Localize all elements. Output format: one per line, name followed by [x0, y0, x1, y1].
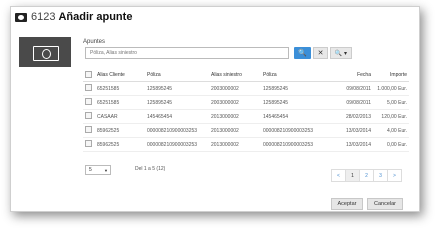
- row-checkbox[interactable]: [85, 140, 92, 147]
- search-input[interactable]: [85, 47, 289, 59]
- cell-poliza-2: 125895245: [261, 95, 333, 110]
- entries-table: Alias Cliente Póliza Alias siniestro Pól…: [83, 69, 409, 152]
- money-icon: [15, 12, 27, 22]
- cell-fecha: 13/03/2014: [333, 137, 373, 152]
- row-checkbox[interactable]: [85, 98, 92, 105]
- section-label: Apuntes: [83, 39, 106, 45]
- table-row[interactable]: 65251585 125895245 2003000002 125895245 …: [83, 81, 409, 96]
- cell-alias-siniestro: 2003000002: [209, 81, 261, 96]
- cell-alias-cliente: 85962525: [95, 137, 145, 152]
- cell-fecha: 13/03/2014: [333, 123, 373, 138]
- cell-alias-cliente: 65251585: [95, 95, 145, 110]
- table-row[interactable]: 85962525 000008210900003253 2013000002 0…: [83, 137, 409, 152]
- cell-poliza: 125895245: [145, 95, 209, 110]
- row-checkbox[interactable]: [85, 126, 92, 133]
- search-icon: 🔍: [298, 50, 307, 57]
- page-button-2[interactable]: 2: [359, 169, 374, 182]
- col-fecha[interactable]: Fecha: [333, 69, 373, 82]
- cell-poliza: 000008210900003253: [145, 123, 209, 138]
- search-button[interactable]: 🔍: [294, 47, 311, 59]
- cell-alias-siniestro: 2013000002: [209, 123, 261, 138]
- accept-button[interactable]: Aceptar: [331, 198, 363, 210]
- cell-alias-siniestro: 2013000002: [209, 137, 261, 152]
- table-row[interactable]: 85962525 000008210900003253 2013000002 0…: [83, 123, 409, 138]
- add-entry-dialog: 6123 Añadir apunte Apuntes 🔍 ✕ 🔍 ▾ Alias…: [10, 6, 420, 212]
- cell-importe: 1.000,00 Eur.: [373, 81, 409, 96]
- page-button-3[interactable]: 3: [373, 169, 388, 182]
- cell-alias-siniestro: 2003000002: [209, 95, 261, 110]
- page-title: Añadir apunte: [58, 11, 133, 23]
- pagination: < 1 2 3 >: [331, 169, 402, 182]
- cell-alias-cliente: 65251585: [95, 81, 145, 96]
- cell-poliza-2: 125895245: [261, 81, 333, 96]
- cell-poliza: 000008210900003253: [145, 137, 209, 152]
- row-checkbox[interactable]: [85, 84, 92, 91]
- col-alias-cliente[interactable]: Alias Cliente: [95, 69, 145, 82]
- page-size-value: 5: [89, 167, 92, 173]
- chevron-down-icon: ▼: [104, 167, 108, 173]
- pagination-info: Del 1 a 5 (12): [135, 166, 166, 172]
- cell-alias-cliente: 85962525: [95, 123, 145, 138]
- select-all-header[interactable]: [83, 69, 95, 82]
- search-options-icon: 🔍 ▾: [334, 50, 348, 57]
- title-number: 6123: [31, 11, 56, 23]
- banknote-panel: [19, 37, 71, 67]
- cell-alias-cliente: CASAAR: [95, 109, 145, 124]
- table-row[interactable]: 65251585 125895245 2003000002 125895245 …: [83, 95, 409, 110]
- banknote-icon: [33, 46, 59, 61]
- close-icon: ✕: [317, 50, 324, 57]
- search-options-button[interactable]: 🔍 ▾: [330, 47, 352, 59]
- next-page-button[interactable]: >: [387, 169, 402, 182]
- prev-page-button[interactable]: <: [331, 169, 346, 182]
- title-bar: 6123 Añadir apunte: [11, 7, 419, 27]
- select-all-checkbox[interactable]: [85, 70, 92, 78]
- cell-fecha: 09/08/2011: [333, 81, 373, 96]
- cell-poliza-2: 145465454: [261, 109, 333, 124]
- clear-button[interactable]: ✕: [313, 47, 328, 59]
- page-button-1[interactable]: 1: [345, 169, 360, 182]
- cell-importe: 4,00 Eur.: [373, 123, 409, 138]
- table-row[interactable]: CASAAR 145465454 2013000002 145465454 28…: [83, 109, 409, 124]
- cell-importe: 120,00 Eur.: [373, 109, 409, 124]
- col-poliza[interactable]: Póliza: [145, 69, 209, 82]
- col-alias-siniestro[interactable]: Alias siniestro: [209, 69, 261, 82]
- cell-poliza-2: 000008210900003253: [261, 137, 333, 152]
- col-importe[interactable]: Importe: [373, 69, 409, 82]
- cell-poliza: 145465454: [145, 109, 209, 124]
- table-header-row: Alias Cliente Póliza Alias siniestro Pól…: [83, 69, 409, 82]
- cell-importe: 5,00 Eur.: [373, 95, 409, 110]
- cell-poliza: 125895245: [145, 81, 209, 96]
- col-poliza-2[interactable]: Póliza: [261, 69, 333, 82]
- cancel-button[interactable]: Cancelar: [367, 198, 403, 210]
- cell-fecha: 28/02/2013: [333, 109, 373, 124]
- cell-poliza-2: 000008210900003253: [261, 123, 333, 138]
- cell-fecha: 09/08/2011: [333, 95, 373, 110]
- page-size-select[interactable]: 5 ▼: [85, 165, 111, 175]
- cell-importe: 0,00 Eur.: [373, 137, 409, 152]
- row-checkbox[interactable]: [85, 112, 92, 119]
- cell-alias-siniestro: 2013000002: [209, 109, 261, 124]
